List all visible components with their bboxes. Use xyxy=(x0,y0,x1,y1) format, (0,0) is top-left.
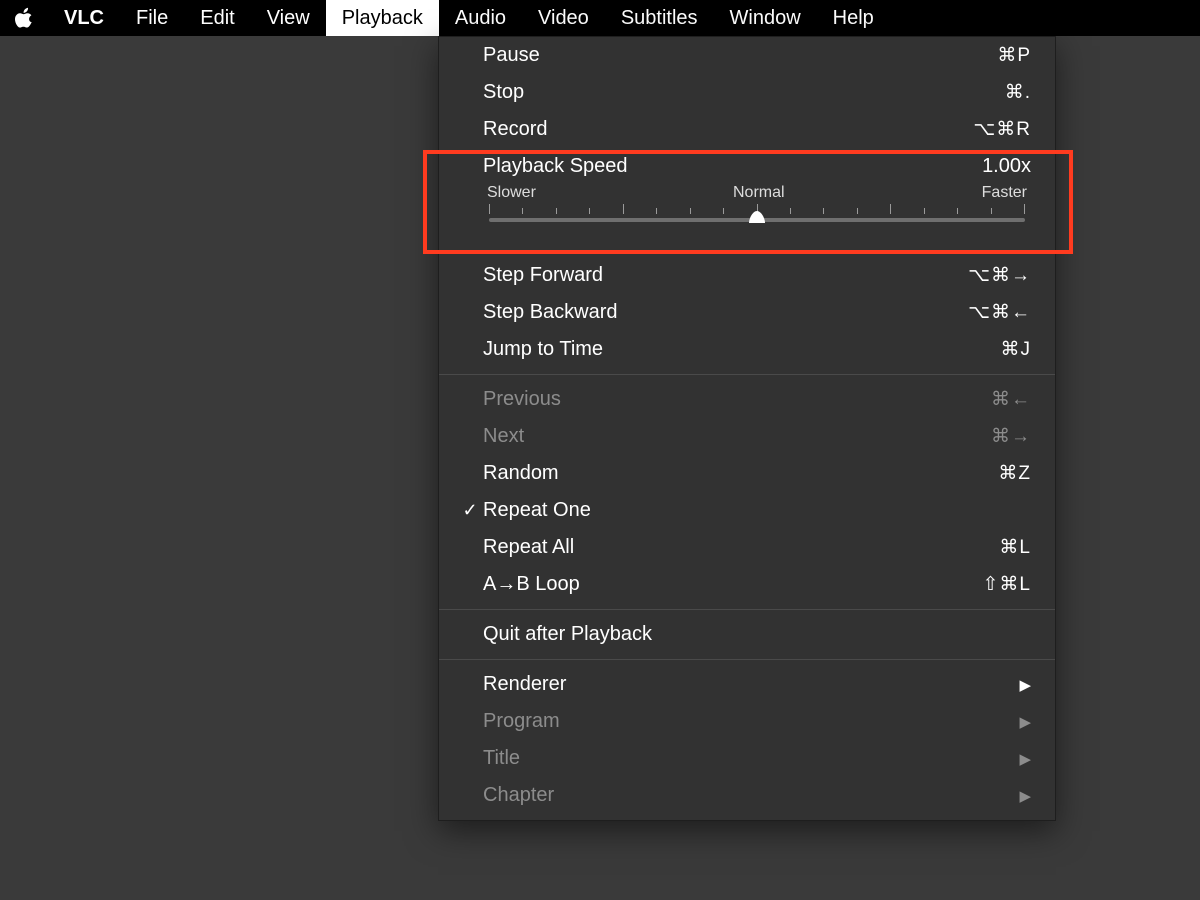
menu-item-label: Step Forward xyxy=(483,264,968,287)
menu-shortcut: ⌘. xyxy=(1005,81,1031,104)
menu-file[interactable]: File xyxy=(120,0,184,36)
menu-separator xyxy=(439,374,1055,375)
speed-label-normal: Normal xyxy=(733,184,785,202)
menu-item-renderer[interactable]: Renderer ▶ xyxy=(439,666,1055,703)
menu-shortcut: ⌘P xyxy=(997,44,1031,67)
speed-label-faster: Faster xyxy=(982,184,1027,202)
menu-item-label: Repeat One xyxy=(483,499,1031,522)
menu-item-label: Jump to Time xyxy=(483,338,1001,361)
playback-speed-title: Playback Speed xyxy=(483,155,628,178)
menu-shortcut: ⌘Z xyxy=(998,462,1031,485)
submenu-arrow-icon: ▶ xyxy=(1019,713,1031,731)
speed-label-slower: Slower xyxy=(487,184,536,202)
menu-item-repeat-one[interactable]: ✓ Repeat One xyxy=(439,492,1055,529)
menu-shortcut: ⌥⌘← xyxy=(968,301,1031,324)
menu-item-program[interactable]: Program ▶ xyxy=(439,703,1055,740)
menu-shortcut: ⌘← xyxy=(991,388,1031,411)
menu-item-label: Previous xyxy=(483,388,991,411)
playback-speed-value: 1.00x xyxy=(982,155,1031,178)
playback-speed-slider[interactable] xyxy=(483,204,1031,230)
menu-separator xyxy=(439,250,1055,251)
menu-help[interactable]: Help xyxy=(817,0,890,36)
menu-item-label: Record xyxy=(483,118,973,141)
menu-item-ab-loop[interactable]: A→B Loop ⇧⌘L xyxy=(439,566,1055,603)
menu-item-previous[interactable]: Previous ⌘← xyxy=(439,381,1055,418)
submenu-arrow-icon: ▶ xyxy=(1019,750,1031,768)
menu-shortcut: ⌘J xyxy=(1001,338,1032,361)
menu-item-title[interactable]: Title ▶ xyxy=(439,740,1055,777)
menu-item-quit-after-playback[interactable]: Quit after Playback xyxy=(439,616,1055,653)
menu-shortcut: ⌥⌘R xyxy=(973,118,1031,141)
menu-item-label: Quit after Playback xyxy=(483,623,1031,646)
menu-item-label: Step Backward xyxy=(483,301,968,324)
menu-separator xyxy=(439,659,1055,660)
menu-edit[interactable]: Edit xyxy=(184,0,250,36)
menu-video[interactable]: Video xyxy=(522,0,605,36)
menu-item-step-forward[interactable]: Step Forward ⌥⌘→ xyxy=(439,257,1055,294)
playback-speed-section: Playback Speed 1.00x Slower Normal Faste… xyxy=(439,148,1055,244)
checkmark-icon: ✓ xyxy=(457,500,483,521)
menu-item-random[interactable]: Random ⌘Z xyxy=(439,455,1055,492)
menu-item-repeat-all[interactable]: Repeat All ⌘L xyxy=(439,529,1055,566)
menu-item-label: Renderer xyxy=(483,673,1019,696)
menu-item-stop[interactable]: Stop ⌘. xyxy=(439,74,1055,111)
menu-shortcut: ⌥⌘→ xyxy=(968,264,1031,287)
submenu-arrow-icon: ▶ xyxy=(1019,787,1031,805)
submenu-arrow-icon: ▶ xyxy=(1019,676,1031,694)
menu-item-label: Next xyxy=(483,425,991,448)
menu-audio[interactable]: Audio xyxy=(439,0,522,36)
menu-item-pause[interactable]: Pause ⌘P xyxy=(439,37,1055,74)
slider-thumb-icon[interactable] xyxy=(748,211,766,225)
menu-item-label: Chapter xyxy=(483,784,1019,807)
menu-item-label: Title xyxy=(483,747,1019,770)
menu-view[interactable]: View xyxy=(251,0,326,36)
menu-item-label: Program xyxy=(483,710,1019,733)
menu-shortcut: ⇧⌘L xyxy=(983,573,1032,596)
menu-item-label: Pause xyxy=(483,44,997,67)
menu-app-name[interactable]: VLC xyxy=(48,0,120,36)
menu-playback[interactable]: Playback xyxy=(326,0,439,36)
menu-item-next[interactable]: Next ⌘→ xyxy=(439,418,1055,455)
menu-shortcut: ⌘→ xyxy=(991,425,1031,448)
menu-item-label: Repeat All xyxy=(483,536,999,559)
menu-item-label: A→B Loop xyxy=(483,573,983,596)
playback-dropdown: Pause ⌘P Stop ⌘. Record ⌥⌘R Playback Spe… xyxy=(438,36,1056,821)
menu-window[interactable]: Window xyxy=(714,0,817,36)
apple-menu-icon[interactable] xyxy=(0,7,48,29)
menu-item-chapter[interactable]: Chapter ▶ xyxy=(439,777,1055,814)
menu-bar: VLC File Edit View Playback Audio Video … xyxy=(0,0,1200,36)
menu-item-jump-to-time[interactable]: Jump to Time ⌘J xyxy=(439,331,1055,368)
menu-item-record[interactable]: Record ⌥⌘R xyxy=(439,111,1055,148)
menu-shortcut: ⌘L xyxy=(999,536,1031,559)
menu-item-label: Random xyxy=(483,462,998,485)
menu-separator xyxy=(439,609,1055,610)
menu-subtitles[interactable]: Subtitles xyxy=(605,0,714,36)
menu-item-step-backward[interactable]: Step Backward ⌥⌘← xyxy=(439,294,1055,331)
menu-item-label: Stop xyxy=(483,81,1005,104)
